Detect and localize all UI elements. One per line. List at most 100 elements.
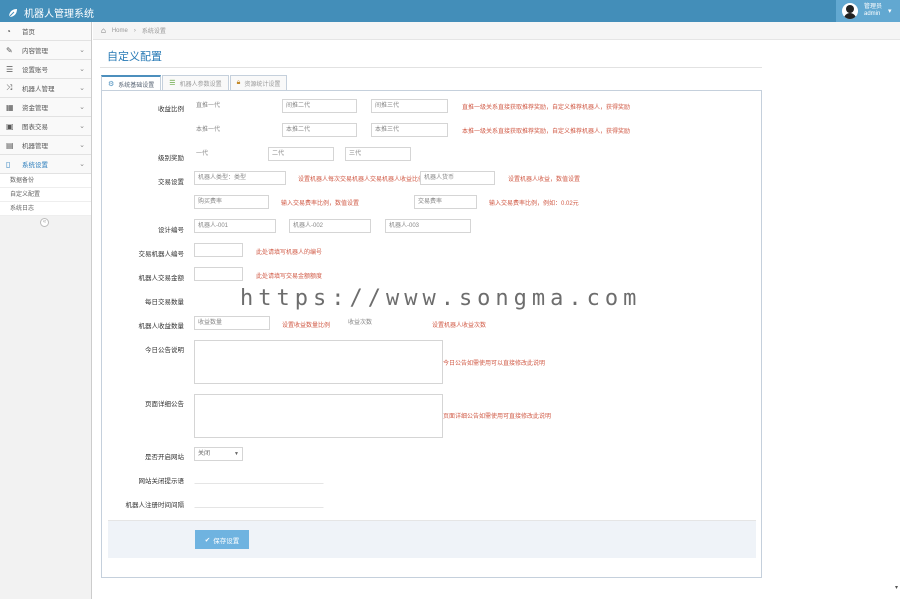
bonus-hint-2: 设置机器人收益次数 — [432, 323, 487, 329]
sidebar-item-accounts[interactable]: ☰ 设置账号 ⌄ — [0, 60, 91, 79]
sidebar-item-label: 系统设置 — [22, 162, 48, 169]
app-title: 机器人管理系统 — [24, 9, 94, 20]
buy-rate-input[interactable]: 购买费率 — [194, 195, 269, 209]
page-notice-textarea[interactable] — [194, 394, 443, 438]
check-icon: ✔ — [204, 536, 211, 544]
site-closed-label: 网站关闭提示语 — [138, 478, 185, 485]
robot-no-input[interactable] — [194, 243, 243, 257]
user-name: 管理员 — [864, 4, 883, 10]
trade-hint-2: 设置机器人收益，数值设置 — [508, 177, 581, 183]
trade-type-input[interactable]: 机器人类型：类型 — [194, 171, 286, 185]
avatar — [842, 3, 858, 19]
sidebar-item-label: 首页 — [22, 29, 35, 36]
reward-input-4[interactable]: 本推一代 — [192, 123, 264, 137]
save-settings-button[interactable]: ✔ 保存设置 — [195, 530, 249, 549]
tab-bar: ⚙ 系统基础设置 ☰ 机器人参数设置 🔒︎ 资源统计设置 — [101, 75, 288, 91]
breadcrumb-current: 系统设置 — [141, 29, 166, 35]
robot-no-hint: 此处请填写机器人的编号 — [256, 250, 323, 256]
list-icon: ☰ — [169, 80, 176, 87]
book-icon: ▤ — [6, 140, 14, 150]
sidebar-subitem-logs[interactable]: 系统日志 — [0, 202, 91, 216]
collapse-sidebar-icon[interactable]: « — [40, 218, 49, 227]
trade-rate-input[interactable]: 交易费率 — [414, 195, 477, 209]
bonus-times-input[interactable]: 收益次数 — [344, 316, 421, 330]
reward-input-2[interactable]: 间推二代 — [282, 99, 357, 113]
chevron-down-icon: ⌄ — [79, 85, 85, 92]
machine-input-1[interactable]: 机器人-001 — [194, 219, 276, 233]
breadcrumb: ⌂ Home › 系统设置 — [93, 22, 900, 40]
tab-label: 资源统计设置 — [244, 81, 281, 88]
scroll-down-icon[interactable]: ▾ — [895, 584, 898, 591]
breadcrumb-home[interactable]: Home — [112, 28, 128, 34]
chevron-down-icon: ⌄ — [79, 142, 85, 149]
chevron-down-icon: ⌄ — [79, 123, 85, 130]
sidebar-item-home[interactable]: ◔ 首页 — [0, 22, 91, 41]
sidebar-item-label: 图表交易 — [22, 124, 48, 131]
sidebar-item-label: 设置账号 — [22, 67, 48, 74]
open-site-select[interactable]: 关闭 ▼ — [194, 447, 243, 461]
trade-hint-4: 输入交易费率比例，例如：0.02元 — [489, 201, 579, 207]
trade-hint-3: 输入交易费率比例，数值设置 — [281, 201, 360, 207]
page-notice-label: 页面详细公告 — [145, 401, 184, 408]
random-icon: ⤨ — [6, 83, 13, 92]
reward-input-5[interactable]: 本推二代 — [282, 123, 357, 137]
level-label: 级别奖励 — [158, 155, 184, 162]
sidebar-subitem-custom-config[interactable]: 自定义配置 — [0, 188, 91, 202]
daily-label: 每日交易数量 — [145, 299, 184, 306]
notice-hint: 今日公告如需使用可以直接修改此说明 — [443, 361, 546, 367]
edit-icon: ✎ — [6, 45, 13, 55]
machine-label: 设计编号 — [158, 227, 184, 234]
open-site-label: 是否开启网站 — [145, 454, 184, 461]
top-navbar: 机器人管理系统 管理员 admin ▾ — [0, 0, 900, 22]
caret-down-icon: ▼ — [234, 451, 239, 457]
sidebar-item-label: 机器人管理 — [22, 86, 55, 93]
reward-input-6[interactable]: 本推三代 — [371, 123, 448, 137]
open-site-value: 关闭 — [198, 451, 211, 457]
sidebar-item-content[interactable]: ✎ 内容管理 ⌄ — [0, 41, 91, 60]
sidebar-item-robots[interactable]: ⤨ 机器人管理 ⌄ — [0, 79, 91, 98]
picture-icon: ▣ — [6, 121, 14, 131]
reward-hint-1: 直推一级关系直接获取推荐奖励，自定义推荐机器人，获得奖励 — [462, 105, 631, 111]
brand[interactable]: 机器人管理系统 — [8, 5, 94, 20]
level-input-1[interactable]: 一代 — [192, 147, 254, 161]
register-interval-label: 机器人注册时间间隔 — [125, 502, 185, 509]
user-menu[interactable]: 管理员 admin ▾ — [836, 0, 900, 22]
level-input-3[interactable]: 三代 — [345, 147, 411, 161]
file-icon: ▯ — [6, 159, 11, 169]
machine-input-3[interactable]: 机器人-003 — [385, 219, 471, 233]
home-icon[interactable]: ⌂ — [101, 26, 106, 35]
user-role: admin — [864, 11, 881, 17]
bonus-label: 机器人收益数量 — [138, 323, 185, 330]
reward-input-1[interactable]: 直推一代 — [192, 99, 264, 113]
tab-robot-settings[interactable]: ☰ 机器人参数设置 — [162, 75, 229, 90]
sidebar-item-label: 机器管理 — [22, 143, 48, 150]
site-closed-input[interactable] — [194, 470, 324, 484]
chevron-down-icon: ⌄ — [79, 47, 85, 54]
machine-input-2[interactable]: 机器人-002 — [289, 219, 371, 233]
level-input-2[interactable]: 二代 — [268, 147, 334, 161]
save-settings-label: 保存设置 — [213, 537, 240, 545]
dashboard-icon: ◔ — [6, 26, 11, 36]
notice-label: 今日公告说明 — [145, 347, 184, 354]
reward-input-3[interactable]: 间推三代 — [371, 99, 448, 113]
trade-label: 交易设置 — [158, 179, 184, 186]
lock-icon: 🔒︎ — [236, 79, 241, 86]
tab-basic-settings[interactable]: ⚙ 系统基础设置 — [101, 75, 162, 91]
limit-input[interactable] — [194, 267, 243, 281]
bonus-count-input[interactable]: 收益数量 — [194, 316, 270, 330]
register-interval-input[interactable] — [194, 494, 324, 508]
limit-hint: 此处请填写交易金额额度 — [256, 274, 323, 280]
trade-hint-1: 设置机器人每次交易机器人交易机器人收益比例 — [298, 177, 425, 183]
limit-label: 机器人交易金额 — [138, 275, 185, 282]
leaf-icon — [8, 8, 17, 17]
divider — [100, 67, 762, 68]
breadcrumb-separator: › — [133, 27, 136, 34]
notice-textarea[interactable] — [194, 340, 443, 384]
tab-label: 系统基础设置 — [118, 82, 155, 89]
tab-label: 机器人参数设置 — [179, 81, 222, 88]
sidebar-item-charts[interactable]: ▣ 图表交易 ⌄ — [0, 117, 91, 136]
sidebar-item-label: 内容管理 — [22, 48, 48, 55]
trade-currency-input[interactable]: 机器人货币 — [420, 171, 495, 185]
list-icon: ☰ — [6, 64, 14, 74]
tab-statistics-settings[interactable]: 🔒︎ 资源统计设置 — [229, 75, 288, 90]
